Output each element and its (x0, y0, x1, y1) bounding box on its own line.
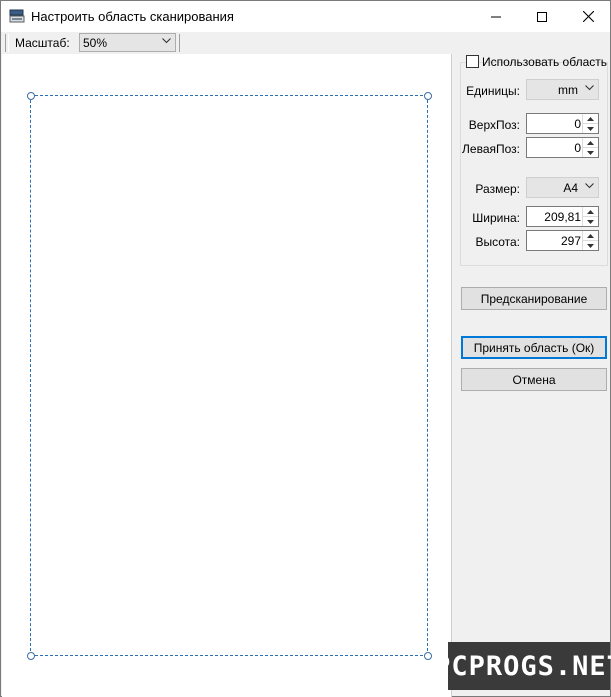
spin-up-button[interactable] (583, 114, 598, 124)
resize-handle-top-right[interactable] (424, 92, 432, 100)
width-spinner[interactable]: 209,81 (526, 206, 599, 227)
maximize-icon (537, 11, 547, 22)
spin-up-button[interactable] (583, 138, 598, 148)
arrow-up-icon (587, 140, 594, 145)
arrow-down-icon (587, 219, 594, 224)
site-watermark: PCPROGS.NET (434, 642, 611, 690)
accept-area-button[interactable]: Принять область (Ок) (461, 336, 607, 359)
width-label: Ширина: (472, 211, 520, 225)
resize-handle-bottom-right[interactable] (424, 652, 432, 660)
spin-up-button[interactable] (583, 231, 598, 241)
scanner-icon (9, 9, 25, 23)
units-value: mm (558, 83, 578, 97)
chevron-down-icon (162, 38, 171, 44)
spinner-arrows (582, 114, 598, 133)
resize-handle-bottom-left[interactable] (27, 652, 35, 660)
scan-area-selection[interactable] (30, 95, 428, 656)
use-area-checkbox-row[interactable]: Использовать область (466, 54, 607, 70)
cancel-button[interactable]: Отмена (461, 368, 607, 391)
top-position-value: 0 (574, 117, 581, 131)
spin-down-button[interactable] (583, 124, 598, 133)
paper-size-value: A4 (563, 181, 578, 195)
window-title: Настроить область сканирования (31, 9, 234, 24)
zoom-label: Масштаб: (15, 36, 70, 50)
minimize-button[interactable] (473, 1, 519, 32)
scan-area-dialog: Настроить область сканирования Масштаб: … (0, 0, 611, 697)
chevron-down-icon (585, 183, 594, 189)
spinner-arrows (582, 138, 598, 157)
units-select[interactable]: mm (526, 79, 599, 100)
toolbar-separator (179, 34, 180, 52)
maximize-button[interactable] (519, 1, 565, 32)
toolbar-grip[interactable] (5, 34, 9, 52)
units-label: Единицы: (466, 84, 520, 98)
close-icon (582, 11, 594, 22)
prescan-button[interactable]: Предсканирование (461, 287, 607, 310)
close-button[interactable] (565, 1, 611, 32)
use-area-label: Использовать область (482, 55, 607, 69)
chevron-down-icon (585, 85, 594, 91)
spin-down-button[interactable] (583, 217, 598, 226)
arrow-up-icon (587, 209, 594, 214)
title-bar[interactable]: Настроить область сканирования (1, 1, 610, 32)
top-position-spinner[interactable]: 0 (526, 113, 599, 134)
arrow-down-icon (587, 126, 594, 131)
spin-up-button[interactable] (583, 207, 598, 217)
height-label: Высота: (475, 235, 520, 249)
arrow-down-icon (587, 243, 594, 248)
left-position-label: ЛеваяПоз: (462, 142, 520, 156)
zoom-value: 50% (83, 36, 108, 50)
left-position-spinner[interactable]: 0 (526, 137, 599, 158)
top-position-label: ВерхПоз: (468, 118, 520, 132)
height-value: 297 (560, 234, 581, 248)
arrow-up-icon (587, 233, 594, 238)
spinner-arrows (582, 207, 598, 226)
paper-size-label: Размер: (475, 182, 520, 196)
height-spinner[interactable]: 297 (526, 230, 599, 251)
arrow-up-icon (587, 116, 594, 121)
zoom-select[interactable]: 50% (79, 33, 176, 52)
use-area-checkbox[interactable] (466, 55, 479, 68)
left-position-value: 0 (574, 141, 581, 155)
spin-down-button[interactable] (583, 241, 598, 250)
minimize-icon (491, 16, 501, 17)
spinner-arrows (582, 231, 598, 250)
resize-handle-top-left[interactable] (27, 92, 35, 100)
toolbar: Масштаб: 50% (1, 32, 610, 54)
paper-size-select[interactable]: A4 (526, 177, 599, 198)
width-value: 209,81 (544, 210, 581, 224)
arrow-down-icon (587, 150, 594, 155)
spin-down-button[interactable] (583, 148, 598, 157)
